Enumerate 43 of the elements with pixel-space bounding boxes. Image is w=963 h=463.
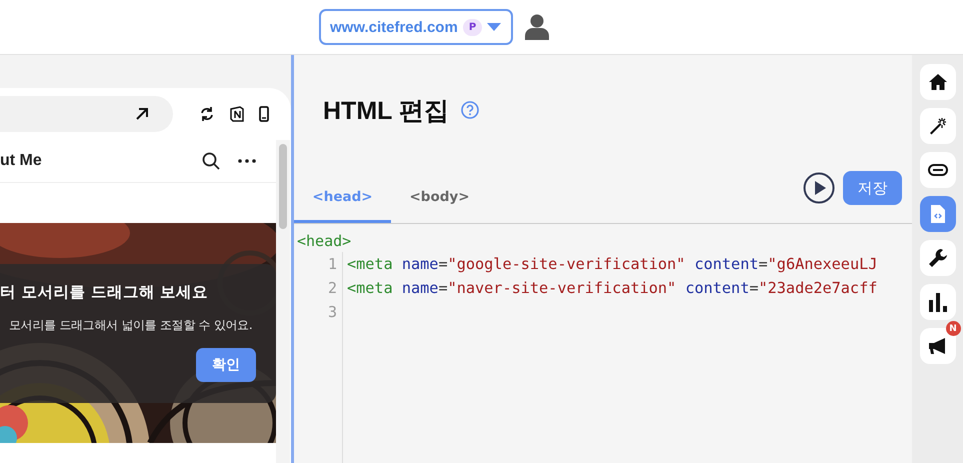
confirm-button[interactable]: 확인 bbox=[196, 348, 256, 382]
link-icon bbox=[928, 164, 948, 176]
save-button[interactable]: 저장 bbox=[843, 171, 902, 205]
home-icon bbox=[928, 73, 946, 91]
external-link-icon[interactable] bbox=[135, 107, 149, 121]
tooltip-text: 모서리를 드래그해서 넓이를 조절할 수 있어요. bbox=[8, 317, 254, 334]
megaphone-icon bbox=[928, 338, 948, 354]
user-icon[interactable] bbox=[525, 14, 550, 40]
site-address: www.citefred.com bbox=[330, 18, 458, 36]
sidebar-button[interactable] bbox=[920, 240, 956, 276]
address-field[interactable] bbox=[0, 96, 173, 132]
sidebar-button[interactable] bbox=[920, 108, 956, 144]
section-tag: <head> bbox=[294, 224, 912, 252]
cube-icon[interactable] bbox=[229, 106, 245, 122]
notification-badge: N bbox=[946, 321, 960, 336]
more-icon[interactable] bbox=[238, 159, 256, 163]
bar-chart-icon bbox=[928, 292, 948, 312]
site-selector[interactable]: www.citefred.com P bbox=[319, 9, 514, 45]
code-line: <meta name="naver-site-verification" content="23ade2e7acff bbox=[347, 279, 878, 297]
code-file-icon bbox=[930, 205, 944, 223]
sidebar-button[interactable] bbox=[920, 152, 956, 188]
tooltip-title: 터 모서리를 드래그해 보세요 bbox=[0, 282, 210, 303]
line-number: 3 bbox=[326, 303, 338, 321]
sidebar-button[interactable] bbox=[920, 64, 956, 100]
line-number: 2 bbox=[326, 279, 338, 297]
line-number: 1 bbox=[326, 255, 338, 273]
scrollbar[interactable] bbox=[276, 140, 290, 463]
editor-tab[interactable]: <body> bbox=[391, 165, 488, 223]
page-title: ut Me bbox=[0, 152, 43, 170]
wrench-icon bbox=[928, 248, 948, 268]
editor-tab[interactable]: <head> bbox=[294, 165, 391, 223]
help-icon[interactable] bbox=[460, 101, 479, 119]
magic-wand-icon bbox=[928, 117, 946, 135]
sidebar-button[interactable] bbox=[920, 284, 956, 320]
search-icon[interactable] bbox=[202, 152, 220, 170]
caret-icon bbox=[487, 23, 502, 31]
resize-handle[interactable] bbox=[291, 55, 294, 463]
mobile-icon[interactable] bbox=[259, 106, 269, 122]
panel-title: HTML 편집 bbox=[323, 96, 449, 126]
play-button[interactable] bbox=[803, 172, 835, 204]
plan-badge: P bbox=[462, 18, 482, 36]
code-line: <meta name="google-site-verification" content="g6AnexeeuLJ bbox=[347, 255, 878, 273]
refresh-icon[interactable] bbox=[199, 106, 215, 122]
